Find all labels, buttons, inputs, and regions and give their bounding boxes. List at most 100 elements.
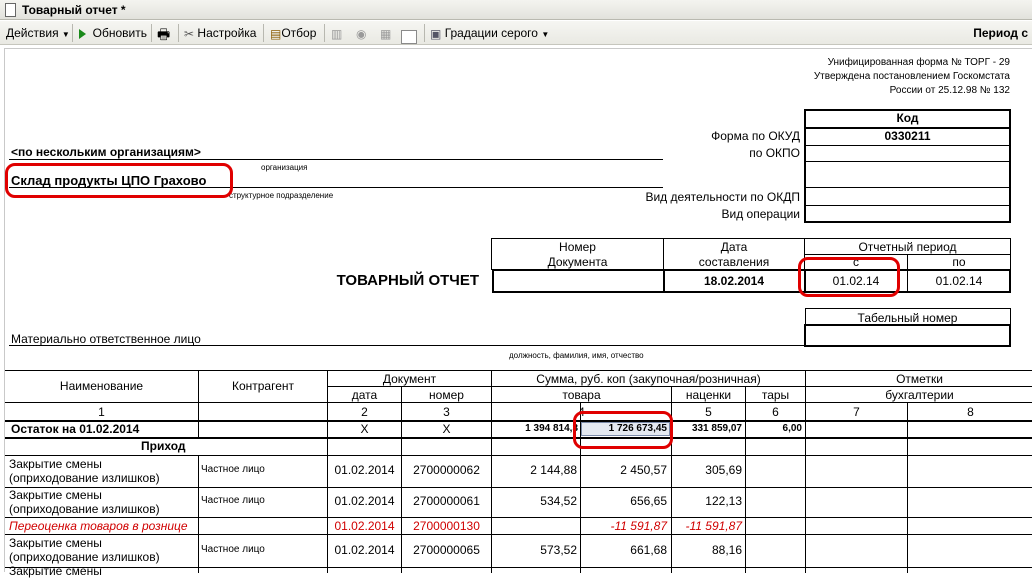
disk-button[interactable]: ◉ xyxy=(356,21,366,45)
col-contractor-header: Контрагент xyxy=(231,379,295,393)
col-marks-header-2: бухгалтерии xyxy=(885,388,954,402)
row-2-name-line2: (оприходование излишков) xyxy=(9,502,160,516)
col-number-5: 5 xyxy=(705,405,712,419)
doc-date-header-1: Дата xyxy=(720,240,748,254)
highlight-oval-division xyxy=(5,163,233,198)
okud-label: Форма по ОКУД xyxy=(711,129,800,143)
refresh-label: Обновить xyxy=(92,26,148,40)
row-4-number: 2700000065 xyxy=(413,543,480,557)
chevron-down-icon: ▼ xyxy=(61,30,70,39)
row-1-number: 2700000062 xyxy=(413,463,480,477)
disk-icon: ◉ xyxy=(356,26,367,41)
okud-value: 0330211 xyxy=(884,129,931,143)
okdp-label: Вид деятельности по ОКДП xyxy=(645,190,800,204)
settings-label: Настройка xyxy=(197,26,257,40)
chart-button[interactable]: ▥ xyxy=(331,21,342,45)
filter-icon: ▤ xyxy=(270,26,282,41)
code-header: Код xyxy=(896,111,919,125)
col-number-3: 3 xyxy=(443,405,450,419)
highlight-oval-period xyxy=(798,257,900,297)
operation-label: Вид операции xyxy=(721,207,800,221)
grid-button[interactable]: ▦ xyxy=(380,21,391,45)
col-tare-header: тары xyxy=(761,388,790,402)
balance-markup: 331 859,07 xyxy=(691,423,742,434)
print-button[interactable]: 🖶 xyxy=(157,21,170,45)
row-1-markup: 305,69 xyxy=(705,463,742,477)
row-4-name-line2: (оприходование излишков) xyxy=(9,550,160,564)
organization-name: <по нескольким организациям> xyxy=(11,145,201,159)
actions-label: Действия xyxy=(6,26,59,40)
row-2-date: 01.02.2014 xyxy=(334,494,395,508)
row-1-date: 01.02.2014 xyxy=(334,463,395,477)
play-icon xyxy=(79,28,86,39)
doc-date-header-2: составления xyxy=(698,255,770,269)
income-label: Приход xyxy=(141,439,186,453)
balance-date: Х xyxy=(360,422,369,436)
palette-icon: ▣ xyxy=(430,26,442,41)
col-number-1: 1 xyxy=(98,405,105,419)
doc-number-header-1: Номер xyxy=(559,240,596,254)
col-document-header: Документ xyxy=(382,372,437,386)
period-header: Отчетный период xyxy=(858,240,957,254)
row-3-name-line1: Переоценка товаров в рознице xyxy=(9,519,188,533)
col-name-header: Наименование xyxy=(59,379,144,393)
period-label[interactable]: Период с xyxy=(973,21,1028,45)
grayscale-label: Градации серого xyxy=(444,26,538,40)
col-number-8: 8 xyxy=(967,405,974,419)
row-2-name-line1: Закрытие смены xyxy=(9,488,102,502)
col-number-2: 2 xyxy=(361,405,368,419)
row-2-number: 2700000061 xyxy=(413,494,480,508)
row-4-date: 01.02.2014 xyxy=(334,543,395,557)
chevron-down-icon: ▼ xyxy=(541,30,550,39)
balance-tare: 6,00 xyxy=(782,423,802,434)
row-4-purchase: 573,52 xyxy=(540,543,577,557)
col-goods-header: товара xyxy=(562,388,601,402)
tab-number-header: Табельный номер xyxy=(857,311,958,325)
col-sum-header: Сумма, руб. коп (закупочная/розничная) xyxy=(536,372,761,386)
balance-name: Остаток на 01.02.2014 xyxy=(11,422,140,436)
balance-purchase: 1 394 814,3 xyxy=(525,423,578,434)
row-2-contractor: Частное лицо xyxy=(201,495,265,506)
col-markup-header: наценки xyxy=(685,388,732,402)
actions-menu[interactable]: Действия ▼ xyxy=(6,21,70,45)
chart-icon: ▥ xyxy=(331,26,343,41)
filter-button[interactable]: ▤Отбор xyxy=(270,21,316,45)
page-icon xyxy=(401,29,417,44)
window-title-bar: Товарный отчет * xyxy=(0,0,1032,20)
highlight-oval-retail xyxy=(573,411,673,449)
row-4-markup: 88,16 xyxy=(711,543,742,557)
row-1-retail: 2 450,57 xyxy=(620,463,667,477)
col-number-header: номер xyxy=(429,388,464,402)
printer-icon: 🖶 xyxy=(157,25,171,42)
col-number-6: 6 xyxy=(772,405,779,419)
grayscale-menu[interactable]: ▣ Градации серого ▼ xyxy=(430,21,549,45)
report-title: ТОВАРНЫЙ ОТЧЕТ xyxy=(336,272,479,289)
row-5-name-line1: Закрытие смены xyxy=(9,564,102,578)
row-2-markup: 122,13 xyxy=(705,494,742,508)
col-number-7: 7 xyxy=(853,405,860,419)
period-to-value: 01.02.14 xyxy=(935,274,983,288)
okpo-label: по ОКПО xyxy=(749,146,800,160)
responsible-caption: должность, фамилия, имя, отчество xyxy=(509,351,644,360)
report-sheet: Унифицированная форма № ТОРГ - 29 Утверж… xyxy=(4,48,1032,578)
filter-label: Отбор xyxy=(281,26,317,40)
col-date-header: дата xyxy=(351,388,378,402)
row-4-retail: 661,68 xyxy=(630,543,667,557)
row-4-name-line1: Закрытие смены xyxy=(9,536,102,550)
row-3-number: 2700000130 xyxy=(413,519,480,533)
tools-icon: ✂ xyxy=(184,26,195,41)
division-caption: структурное подразделение xyxy=(229,191,334,200)
row-1-purchase: 2 144,88 xyxy=(530,463,577,477)
window-title: Товарный отчет * xyxy=(22,3,126,17)
form-line-3: России от 25.12.98 № 132 xyxy=(889,85,1010,96)
row-4-contractor: Частное лицо xyxy=(201,544,265,555)
page-view-button[interactable] xyxy=(401,24,417,48)
row-3-markup: -11 591,87 xyxy=(685,519,743,533)
row-1-contractor: Частное лицо xyxy=(201,464,265,475)
settings-button[interactable]: ✂ Настройка xyxy=(184,21,256,45)
refresh-button[interactable]: Обновить xyxy=(79,21,147,45)
doc-date-value: 18.02.2014 xyxy=(703,274,765,288)
row-1-name-line1: Закрытие смены xyxy=(9,457,102,471)
form-line-2: Утверждена постановлением Госкомстата xyxy=(813,71,1010,82)
balance-number: Х xyxy=(442,422,451,436)
